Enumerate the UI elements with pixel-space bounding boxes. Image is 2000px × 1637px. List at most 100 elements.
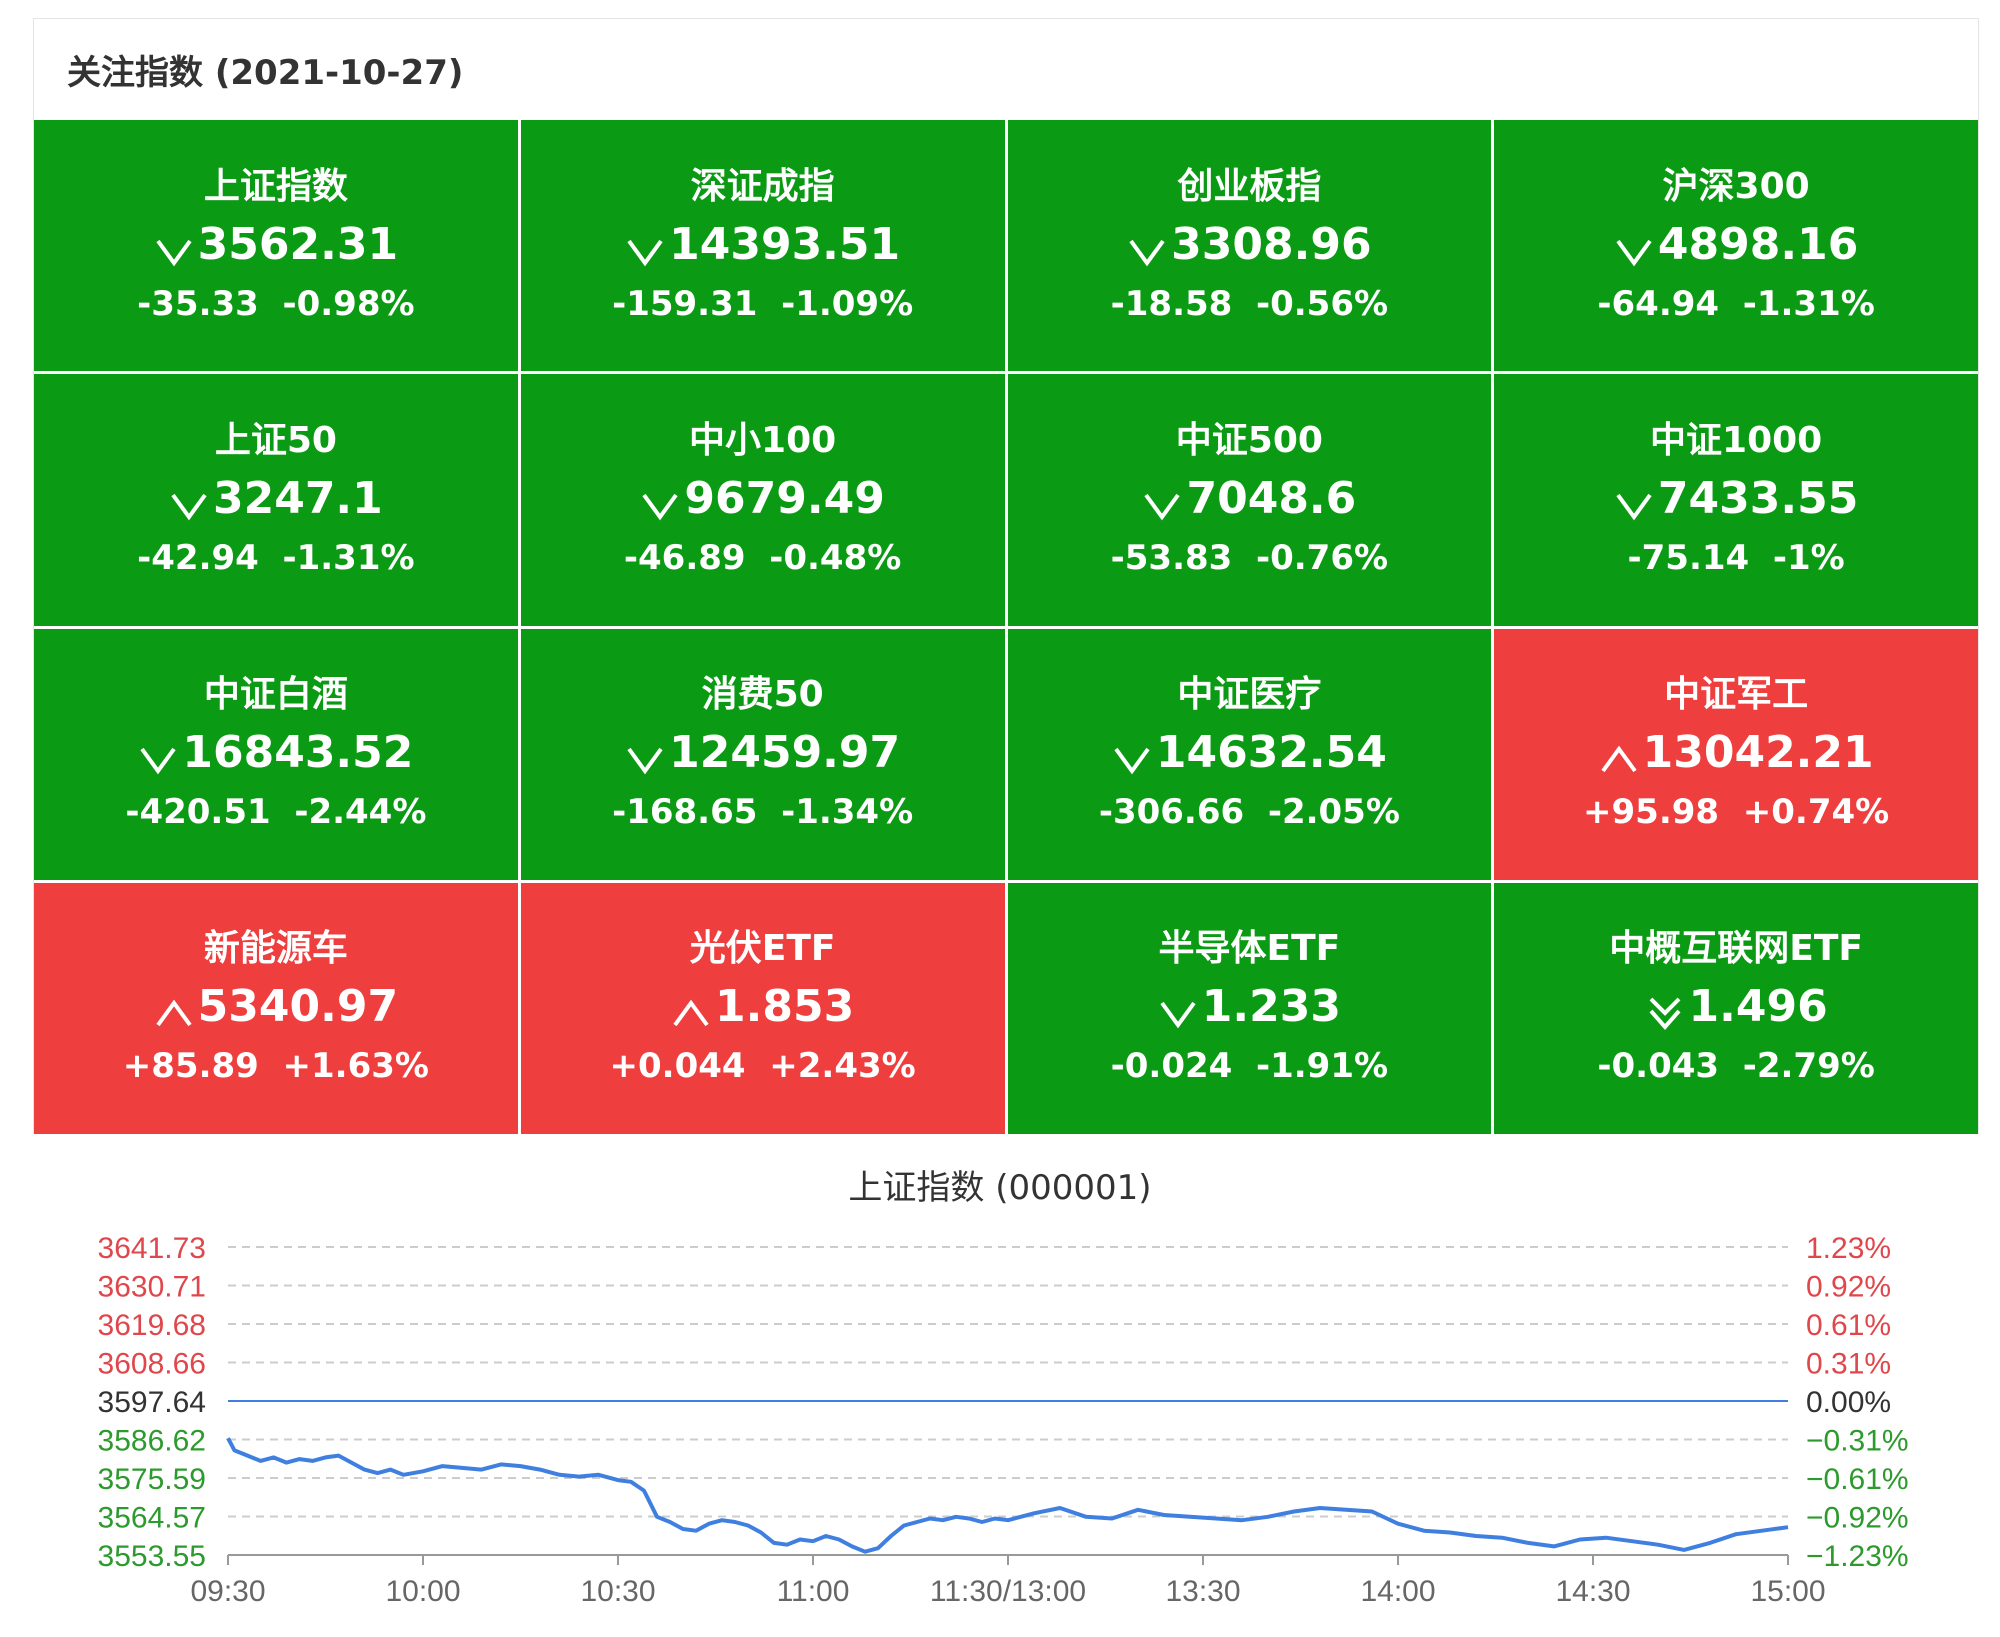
index-change-gap [1719,284,1743,324]
index-tile[interactable]: 上证指数 3562.31 -35.33 -0.98% [34,120,518,372]
y-tick-label-left: 3630.71 [98,1271,206,1304]
index-change-gap [259,284,283,324]
index-tile[interactable]: 中证500 7048.6 -53.83 -0.76% [1007,374,1492,626]
index-price-value: 14393.51 [669,218,901,270]
index-price: 12459.97 [625,721,900,785]
arrow-down-icon [1127,225,1167,267]
index-change-percent: -1.09% [781,283,914,324]
index-change: -75.14 -1% [1628,533,1845,583]
index-tile[interactable]: 上证50 3247.1 -42.94 -1.31% [34,374,518,626]
y-tick-label-left: 3575.59 [98,1463,206,1496]
intraday-line-chart: 3641.73 1.23% 3630.71 0.92% 3619.68 0.61% 3608… [98,1232,1909,1608]
index-price: 3562.31 [154,213,398,277]
index-tile[interactable]: 半导体ETF 1.233 -0.024 -1.91% [1007,882,1492,1134]
index-change-gap [746,1046,770,1086]
index-change-value: -75.14 [1627,537,1750,578]
index-price: 7048.6 [1142,467,1356,531]
index-price-value: 5340.97 [197,981,399,1033]
index-change: +85.89 +1.63% [123,1041,429,1091]
index-change-gap [1719,1046,1743,1086]
index-price: 9679.49 [640,467,885,531]
x-tick-label: 14:30 [1555,1575,1630,1608]
index-price: 14393.51 [625,213,900,277]
y-tick-label-left: 3553.55 [98,1540,206,1573]
index-tile[interactable]: 深证成指 14393.51 -159.31 -1.09% [520,120,1005,372]
index-change-gap [757,284,781,324]
y-tick-label-left: 3597.64 [98,1386,206,1419]
arrow-down-icon [138,733,178,775]
index-name: 创业板指 [1177,165,1322,207]
index-tile[interactable]: 创业板指 3308.96 -18.58 -0.56% [1007,120,1492,372]
index-price-value: 13042.21 [1642,727,1874,779]
index-change: -0.024 -1.91% [1111,1041,1388,1091]
y-tick-label-left: 3564.57 [98,1502,206,1535]
index-change: -168.65 -1.34% [612,787,913,837]
index-tile[interactable]: 中证医疗 14632.54 -306.66 -2.05% [1007,628,1492,880]
index-price-value: 3308.96 [1171,218,1372,270]
index-name: 中证白酒 [203,674,348,716]
y-tick-label-right: 0.31% [1806,1348,1891,1381]
index-change-value: -46.89 [623,537,746,578]
index-change-percent: -1% [1772,537,1845,578]
index-tile[interactable]: 光伏ETF 1.853 +0.044 +2.43% [520,882,1005,1134]
index-tile[interactable]: 中证军工 13042.21 +95.98 +0.74% [1494,628,1978,880]
index-name: 中证军工 [1664,674,1809,716]
index-change: +0.044 +2.43% [610,1041,916,1091]
index-tile[interactable]: 消费50 12459.97 -168.65 -1.34% [520,628,1005,880]
arrow-up-icon [671,987,711,1027]
index-name: 消费50 [701,674,824,716]
x-tick-label: 10:30 [580,1575,655,1608]
index-tile[interactable]: 沪深300 4898.16 -64.94 -1.31% [1494,120,1978,372]
index-price: 14632.54 [1112,721,1387,785]
index-change-value: -53.83 [1110,537,1233,578]
index-change-percent: -0.98% [282,283,415,324]
panel-title: 关注指数 (2021-10-27) [67,52,464,93]
index-change-gap [259,1046,283,1086]
index-change: +95.98 +0.74% [1583,787,1889,837]
index-price-value: 16843.52 [182,727,414,779]
index-change: -46.89 -0.48% [624,533,901,583]
index-change: -64.94 -1.31% [1597,279,1874,329]
x-tick-label: 13:30 [1165,1575,1240,1608]
index-tile[interactable]: 新能源车 5340.97 +85.89 +1.63% [34,882,518,1134]
arrow-down-icon [154,225,194,267]
index-change-percent: -1.91% [1256,1046,1389,1087]
index-change-gap [271,792,295,832]
index-change-percent: +2.43% [769,1046,916,1087]
index-change-percent: +1.63% [282,1046,429,1087]
index-change-percent: +0.74% [1742,792,1890,833]
index-change: -306.66 -2.05% [1099,787,1400,837]
y-tick-label-right: 0.00% [1806,1386,1891,1419]
y-tick-label-left: 3619.68 [98,1309,206,1342]
arrow-down-icon [640,479,680,521]
index-price: 16843.52 [138,721,413,785]
x-tick-label: 10:00 [385,1575,460,1608]
index-name: 中小100 [689,419,837,461]
index-name: 中概互联网ETF [1609,928,1863,970]
index-tile[interactable]: 中概互联网ETF 1.496 -0.043 -2.79% [1494,882,1978,1134]
arrow-up-icon [1599,733,1639,773]
double-arrow-down-icon [1645,987,1685,1031]
arrow-down-icon [625,733,665,775]
index-change-percent: -0.56% [1256,283,1389,324]
index-change-value: -64.94 [1597,283,1720,324]
index-tile[interactable]: 中证1000 7433.55 -75.14 -1% [1494,374,1978,626]
index-change-percent: -1.31% [282,537,415,578]
index-tile[interactable]: 中小100 9679.49 -46.89 -0.48% [520,374,1005,626]
chart-title: 上证指数 (000001) [848,1168,1152,1208]
index-name: 光伏ETF [689,928,836,970]
index-change-value: +85.89 [122,1046,259,1087]
index-tile[interactable]: 中证白酒 16843.52 -420.51 -2.44% [34,628,518,880]
index-name: 新能源车 [203,928,348,970]
index-change-value: -420.51 [125,792,271,833]
index-price-value: 9679.49 [684,472,885,524]
index-change-value: -42.94 [137,537,259,578]
index-change: -420.51 -2.44% [125,787,426,837]
arrow-down-icon [169,479,209,521]
index-change: -0.043 -2.79% [1597,1041,1874,1091]
index-price: 1.853 [671,975,854,1039]
arrow-down-icon [1142,479,1182,521]
index-change-value: -306.66 [1098,792,1245,833]
index-name: 半导体ETF [1158,928,1341,970]
index-change-value: -35.33 [137,283,259,324]
